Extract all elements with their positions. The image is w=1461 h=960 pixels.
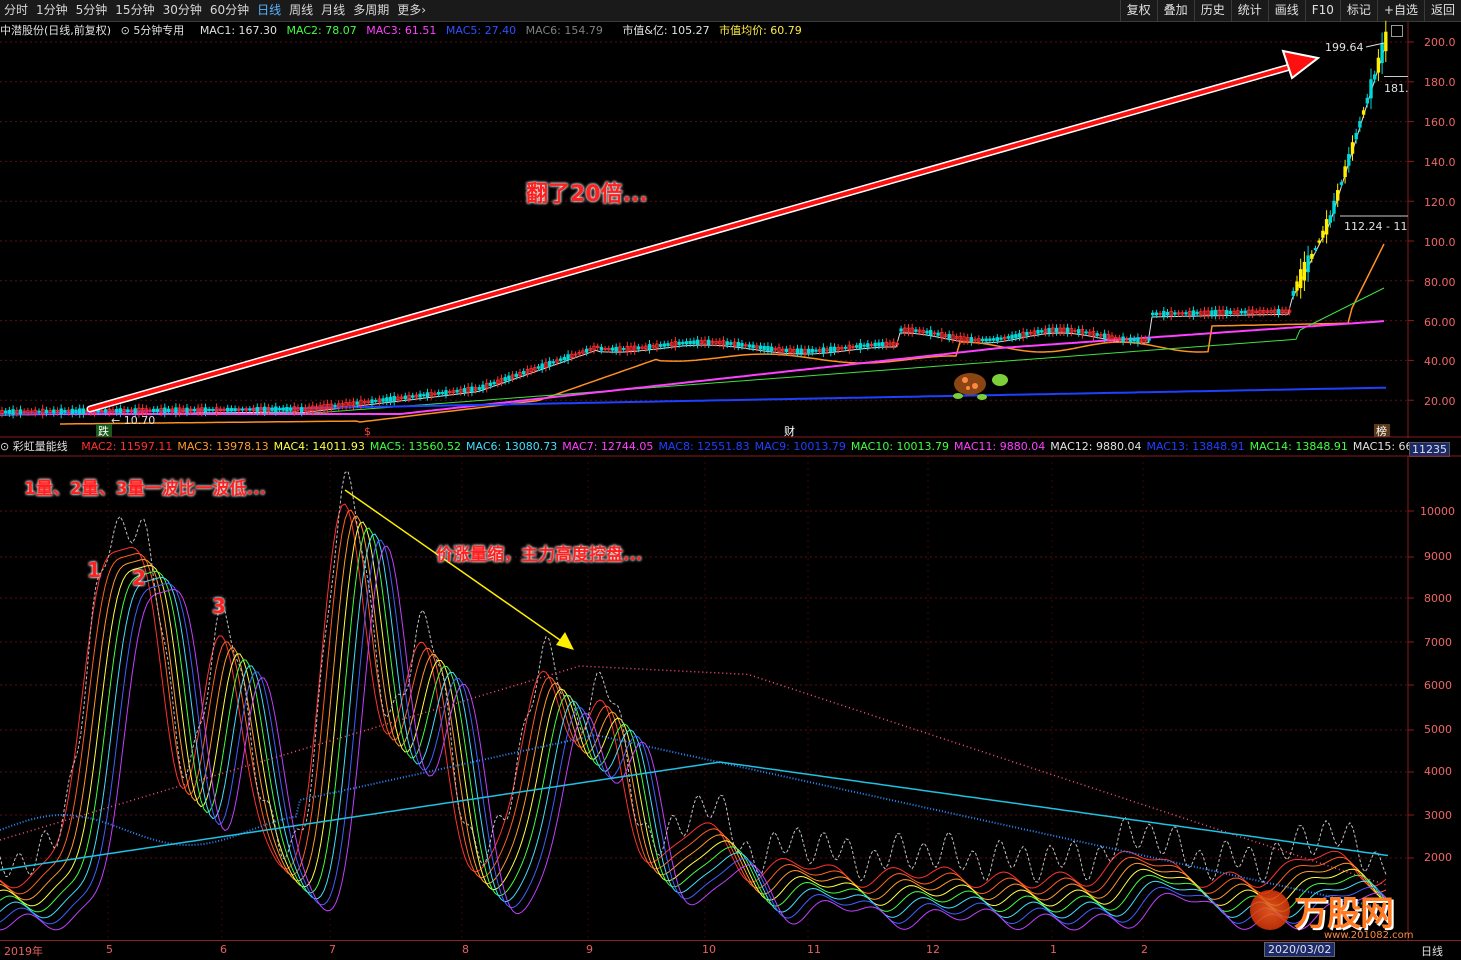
price-tick: 120.0 bbox=[1424, 196, 1456, 209]
price-tick: 80.00 bbox=[1424, 276, 1456, 289]
event-marker-list: 榜 bbox=[1376, 424, 1387, 438]
price-tick: 140.0 bbox=[1424, 156, 1456, 169]
volume-tick: 8000 bbox=[1424, 592, 1452, 605]
low-price-label: ← 10.70 bbox=[111, 414, 155, 427]
range-label: 112.24 - 11 bbox=[1344, 220, 1407, 233]
volume-tick: 10000 bbox=[1420, 505, 1455, 518]
volume-tick: 7000 bbox=[1424, 636, 1452, 649]
volume-chart[interactable] bbox=[0, 440, 1461, 940]
volume-tick: 2000 bbox=[1424, 851, 1452, 864]
event-marker-finance: 财 bbox=[784, 424, 795, 438]
peak-label-2: 2 bbox=[132, 566, 146, 590]
volume-tick: 3000 bbox=[1424, 809, 1452, 822]
month-label: 12 bbox=[926, 943, 940, 956]
price-tick: 180.0 bbox=[1424, 76, 1456, 89]
event-marker-dollar: $ bbox=[364, 425, 371, 438]
month-label: 10 bbox=[702, 943, 716, 956]
date-badge: 2020/03/02 bbox=[1264, 942, 1336, 957]
month-label: 9 bbox=[586, 943, 593, 956]
price-tick: 200.0 bbox=[1424, 36, 1456, 49]
price-tick: 160.0 bbox=[1424, 116, 1456, 129]
volume-tick: 6000 bbox=[1424, 679, 1452, 692]
peak-label-1: 1 bbox=[87, 558, 101, 582]
peak-label-3: 3 bbox=[212, 594, 226, 618]
month-label: 11 bbox=[807, 943, 821, 956]
period-corner-label: 日线 bbox=[1421, 945, 1443, 958]
month-label: 1 bbox=[1050, 943, 1057, 956]
annotation-20x: 翻了20倍... bbox=[526, 182, 648, 207]
annotation-price-up-volume-down: 价涨量缩，主力高度控盘... bbox=[436, 545, 643, 565]
month-label: 8 bbox=[462, 943, 469, 956]
month-label: 6 bbox=[220, 943, 227, 956]
month-label: 7 bbox=[329, 943, 336, 956]
price-tick: 60.00 bbox=[1424, 316, 1456, 329]
volume-tick: 5000 bbox=[1424, 723, 1452, 736]
watermark-logo: 万股网 www.201082.com bbox=[1250, 880, 1435, 944]
month-label: 2 bbox=[1141, 943, 1148, 956]
price-tick: 20.00 bbox=[1424, 395, 1456, 408]
annotation-volume-lower: 1量、2量、3量一波比一波低... bbox=[24, 479, 266, 499]
price-tick: 100.0 bbox=[1424, 236, 1456, 249]
high-price-label: 199.64 bbox=[1325, 41, 1364, 54]
price-chart[interactable]: 199.64 ← 10.70 181. 112.24 - 11 跌 $ 财 榜 bbox=[0, 0, 1461, 438]
side-high-label: 181. bbox=[1384, 82, 1409, 95]
trend-arrow bbox=[86, 49, 1321, 413]
volume-tick: 9000 bbox=[1424, 550, 1452, 563]
volume-tick: 4000 bbox=[1424, 765, 1452, 778]
event-marker-fall: 跌 bbox=[98, 424, 109, 438]
month-label: 2019年 bbox=[4, 945, 43, 958]
month-label: 5 bbox=[106, 943, 113, 956]
price-tick: 40.00 bbox=[1424, 355, 1456, 368]
date-axis: 2019年 5 6 7 8 9 10 11 12 1 2 2020/03/02 … bbox=[0, 940, 1461, 960]
